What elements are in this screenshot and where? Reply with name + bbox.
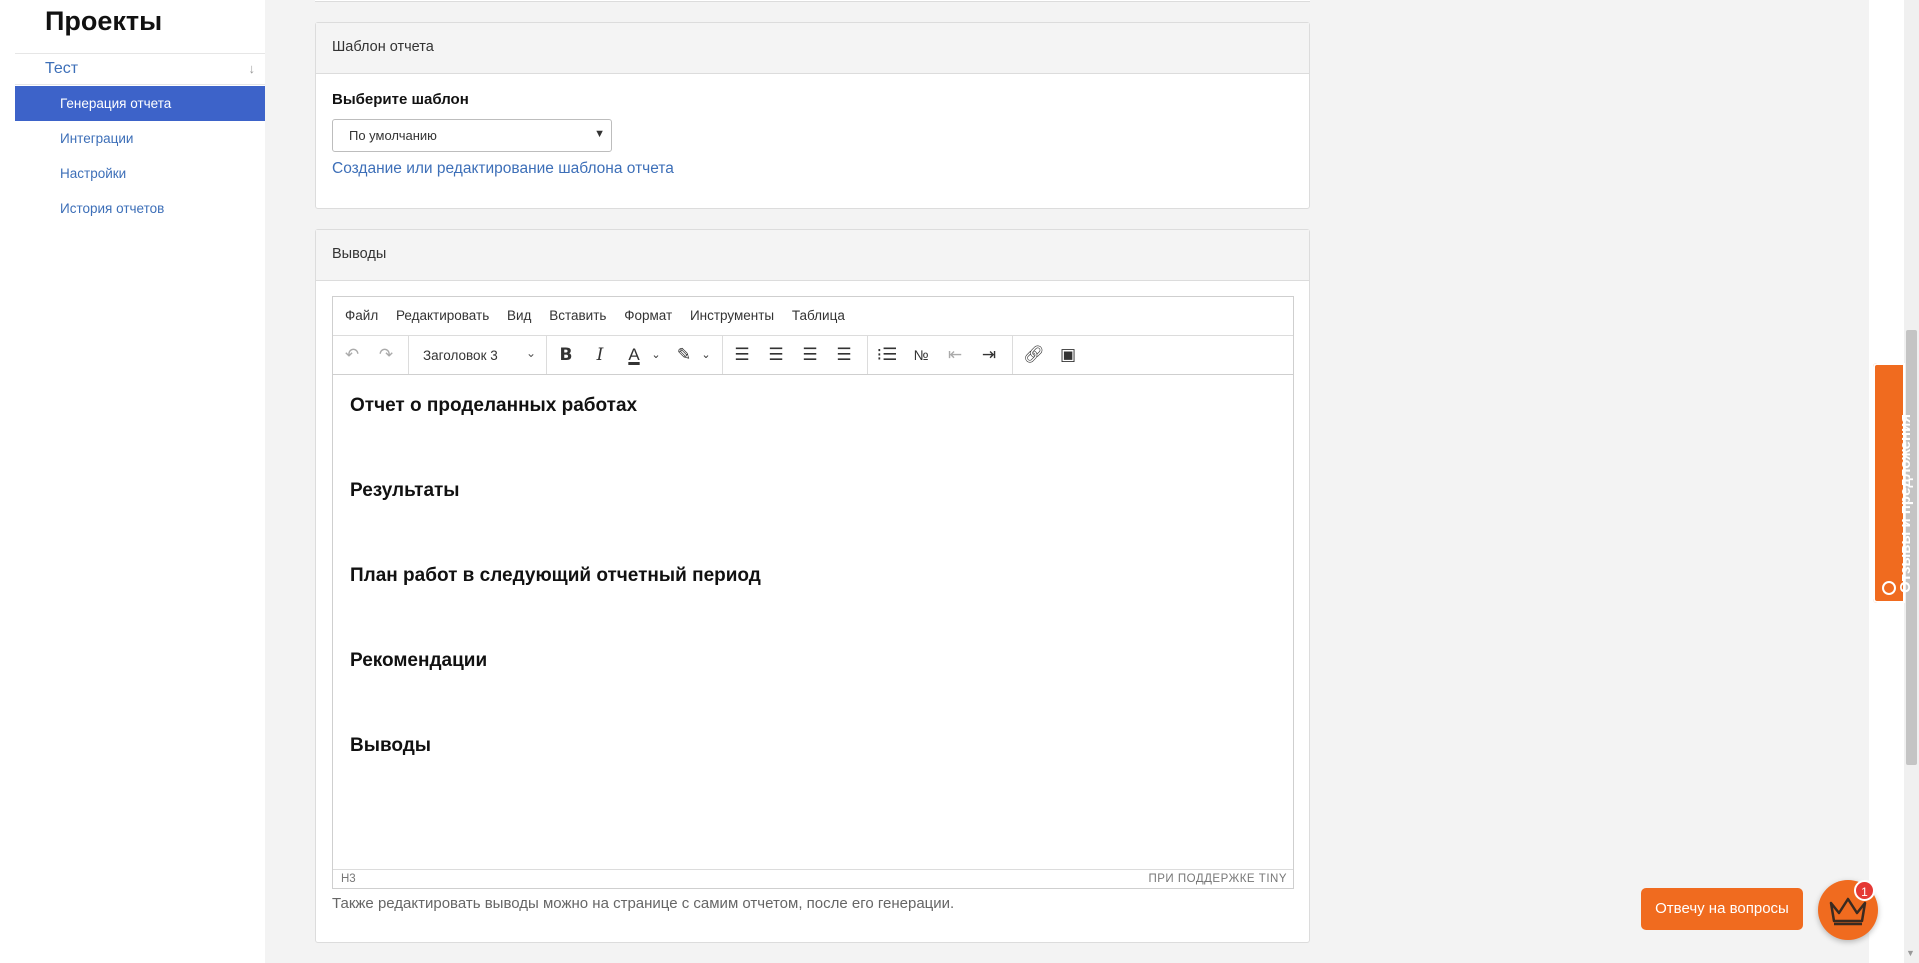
menu-edit[interactable]: Редактировать bbox=[396, 308, 489, 323]
block-format-value: Заголовок 3 bbox=[423, 348, 498, 363]
project-name[interactable]: Тест bbox=[45, 60, 78, 78]
text-style-group: B I A ⌄ ✎ ⌄ bbox=[547, 336, 723, 374]
editor-statusbar: H3 ПРИ ПОДДЕРЖКЕ TINY bbox=[333, 869, 1293, 888]
sidebar-title: Проекты bbox=[45, 6, 163, 36]
heading-report[interactable]: Отчет о проделанных работах bbox=[350, 395, 637, 417]
menu-format[interactable]: Формат bbox=[624, 308, 672, 323]
align-left-icon[interactable]: ☰ bbox=[729, 343, 755, 367]
scroll-down-icon[interactable]: ▼ bbox=[1906, 948, 1915, 958]
chevron-down-icon: ▼ bbox=[594, 128, 605, 140]
heading-results[interactable]: Результаты bbox=[350, 480, 460, 502]
align-right-icon[interactable]: ☰ bbox=[797, 343, 823, 367]
image-icon[interactable]: ▣ bbox=[1055, 343, 1081, 367]
sidebar-item-integrations[interactable]: Интеграции bbox=[15, 121, 265, 156]
insert-group: 🔗︎ ▣ bbox=[1013, 336, 1089, 374]
menu-view[interactable]: Вид bbox=[507, 308, 531, 323]
editor-menubar: Файл Редактировать Вид Вставить Формат И… bbox=[333, 297, 1293, 336]
arrow-down-icon[interactable]: ↓ bbox=[249, 61, 256, 76]
italic-icon[interactable]: I bbox=[587, 343, 613, 367]
history-group: ↶ ↷ bbox=[333, 336, 409, 374]
edit-template-link[interactable]: Создание или редактирование шаблона отче… bbox=[332, 160, 674, 178]
align-group: ☰ ☰ ☰ ☰ bbox=[723, 336, 868, 374]
conclusions-card-header: Выводы bbox=[316, 230, 1309, 281]
menu-tools[interactable]: Инструменты bbox=[690, 308, 774, 323]
chat-button[interactable]: Отвечу на вопросы bbox=[1641, 888, 1803, 930]
redo-icon[interactable]: ↷ bbox=[373, 343, 399, 367]
indent-icon[interactable]: ⇥ bbox=[976, 343, 1002, 367]
list-group: ⁝☰ № ⇤ ⇥ bbox=[868, 336, 1013, 374]
feedback-tab-label: Отзывы и предложения bbox=[1897, 413, 1914, 593]
template-select[interactable]: По умолчанию ▼ bbox=[332, 119, 612, 152]
align-center-icon[interactable]: ☰ bbox=[763, 343, 789, 367]
outdent-icon[interactable]: ⇤ bbox=[942, 343, 968, 367]
editor-toolbar: ↶ ↷ Заголовок 3 ⌄ B I A ⌄ ✎ ⌄ ☰ ☰ ☰ ☰ ⁝☰… bbox=[333, 336, 1293, 375]
template-card-header: Шаблон отчета bbox=[316, 23, 1309, 74]
block-format-select[interactable]: Заголовок 3 ⌄ bbox=[409, 336, 547, 374]
menu-insert[interactable]: Вставить bbox=[549, 308, 606, 323]
previous-card-bottom bbox=[315, 0, 1310, 2]
sidebar-item-report-history[interactable]: История отчетов bbox=[15, 191, 265, 226]
template-card: Шаблон отчета Выберите шаблон По умолчан… bbox=[315, 22, 1310, 209]
sidebar: Проекты Тест ↓ Генерация отчета Интеграц… bbox=[0, 0, 265, 963]
chat-bubble-icon bbox=[1882, 581, 1896, 595]
menu-file[interactable]: Файл bbox=[345, 308, 378, 323]
chevron-down-icon: ⌄ bbox=[525, 346, 536, 360]
menu-table[interactable]: Таблица bbox=[792, 308, 845, 323]
element-path[interactable]: H3 bbox=[341, 873, 356, 885]
sidebar-item-settings[interactable]: Настройки bbox=[15, 156, 265, 191]
powered-by-tiny[interactable]: ПРИ ПОДДЕРЖКЕ TINY bbox=[1148, 873, 1287, 885]
heading-plan[interactable]: План работ в следующий отчетный период bbox=[350, 565, 761, 587]
template-select-label: Выберите шаблон bbox=[332, 91, 469, 108]
align-justify-icon[interactable]: ☰ bbox=[831, 343, 857, 367]
conclusions-hint: Также редактировать выводы можно на стра… bbox=[332, 895, 955, 912]
link-icon[interactable]: 🔗︎ bbox=[1021, 343, 1047, 367]
bullet-list-icon[interactable]: ⁝☰ bbox=[874, 343, 900, 367]
template-select-value: По умолчанию bbox=[349, 128, 437, 143]
project-selector[interactable]: Тест ↓ bbox=[15, 53, 265, 85]
rich-text-editor[interactable]: Файл Редактировать Вид Вставить Формат И… bbox=[332, 296, 1294, 889]
heading-conclusions[interactable]: Выводы bbox=[350, 735, 431, 757]
numbered-list-icon[interactable]: № bbox=[908, 343, 934, 367]
chevron-down-icon[interactable]: ⌄ bbox=[643, 343, 669, 367]
feedback-tab[interactable]: Отзывы и предложения bbox=[1873, 363, 1914, 603]
heading-recommendations[interactable]: Рекомендации bbox=[350, 650, 487, 672]
bold-icon[interactable]: B bbox=[553, 343, 579, 367]
chevron-down-icon[interactable]: ⌄ bbox=[693, 343, 719, 367]
undo-icon[interactable]: ↶ bbox=[339, 343, 365, 367]
chat-badge: 1 bbox=[1854, 880, 1875, 901]
sidebar-item-report-generation[interactable]: Генерация отчета bbox=[15, 86, 265, 121]
editor-content[interactable]: Отчет о проделанных работах Результаты П… bbox=[333, 376, 1293, 870]
conclusions-card: Выводы Файл Редактировать Вид Вставить Ф… bbox=[315, 229, 1310, 943]
